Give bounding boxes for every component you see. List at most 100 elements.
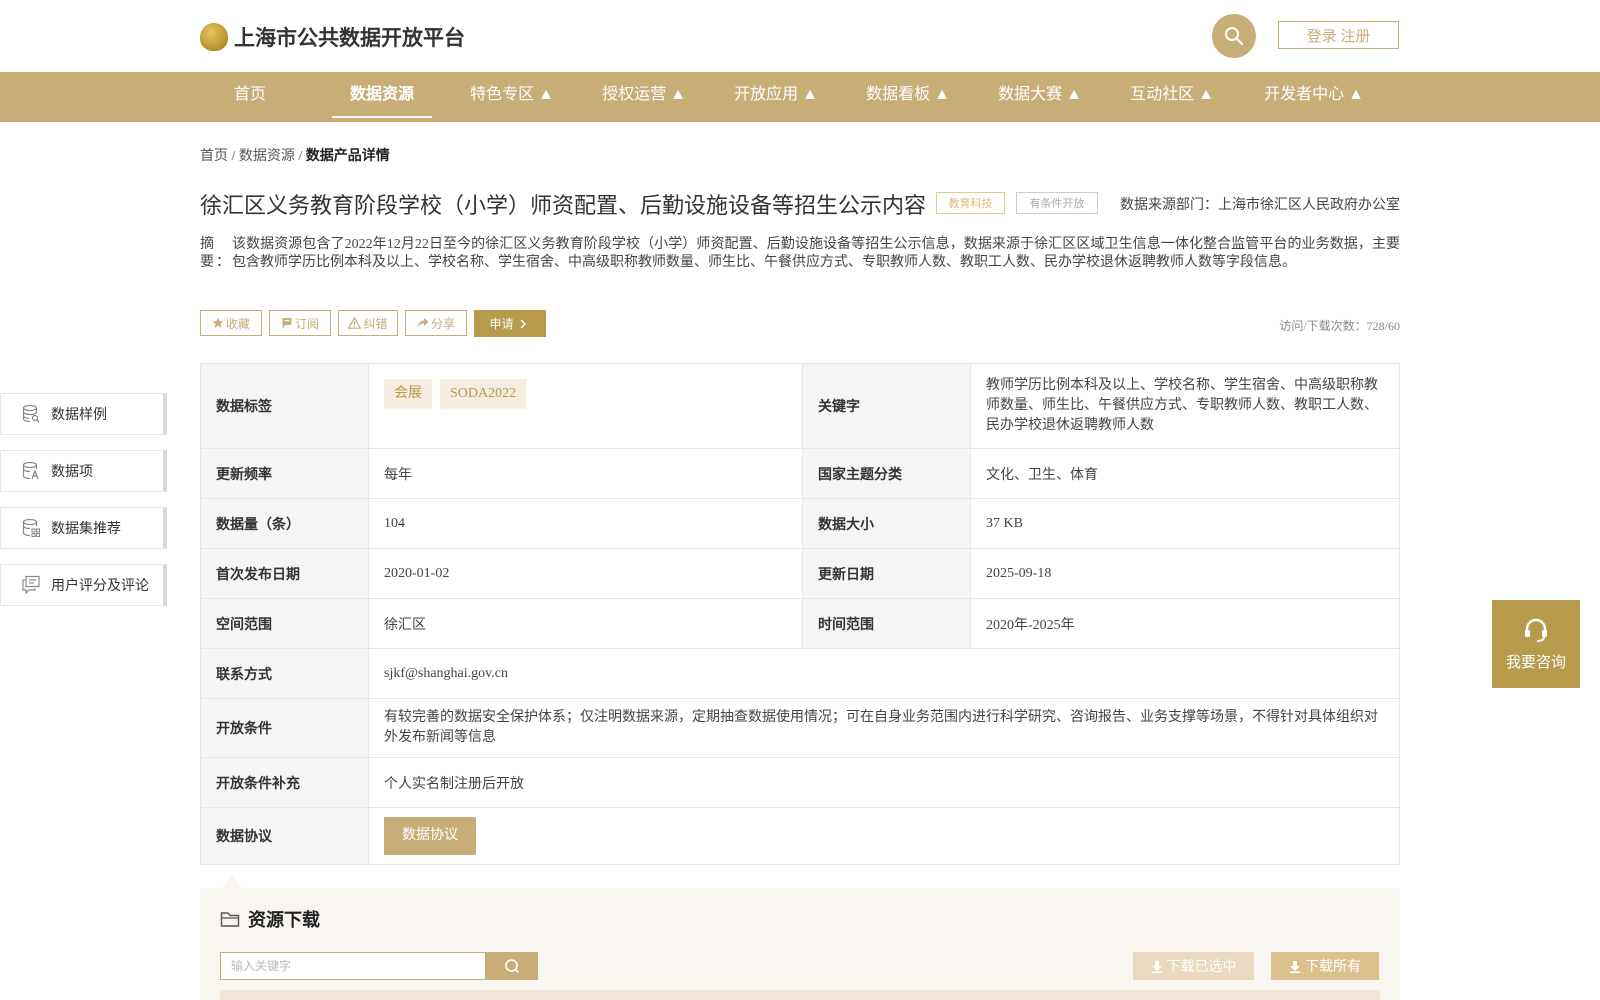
agreement-label: 数据协议 xyxy=(200,807,369,865)
sidenav-item-dataset-recommend[interactable]: 数据集推荐 xyxy=(0,507,167,549)
record-count-label: 数据量（条） xyxy=(200,498,369,549)
download-title-text: 资源下载 xyxy=(248,910,320,930)
keyword-search-button[interactable] xyxy=(486,952,538,980)
data-size-label: 数据大小 xyxy=(802,498,971,549)
subscribe-button[interactable]: 订阅 xyxy=(269,310,331,336)
nav-item-community[interactable]: 互动社区 ▲ xyxy=(1122,72,1222,122)
tag-chip[interactable]: SODA2022 xyxy=(440,379,527,409)
site-title: 上海市公共数据开放平台 xyxy=(234,27,465,50)
open-condition-label: 开放条件 xyxy=(200,698,369,758)
logo[interactable]: 上海市公共数据开放平台 xyxy=(200,22,465,52)
temporal-value: 2020年-2025年 xyxy=(970,598,1400,649)
download-icon xyxy=(1290,960,1300,973)
nav-item-home[interactable]: 首页 xyxy=(200,72,300,122)
nav-item-developer[interactable]: 开发者中心 ▲ xyxy=(1254,72,1374,122)
share-button[interactable]: 分享 xyxy=(405,310,467,336)
visit-download-count: 访问/下载次数：728/60 xyxy=(1279,319,1400,333)
spatial-value: 徐汇区 xyxy=(368,598,803,649)
resource-download-panel: 资源下载 输入关键字 下载已选中 下载所有 xyxy=(200,888,1400,1000)
main-nav: 首页 数据资源 特色专区 ▲ 授权运营 ▲ 开放应用 ▲ 数据看板 ▲ 数据大赛… xyxy=(0,72,1600,122)
nav-item-competition[interactable]: 数据大赛 ▲ xyxy=(990,72,1090,122)
contact-value: sjkf@shanghai.gov.cn xyxy=(368,648,1400,699)
sidenav-label: 用户评分及评论 xyxy=(51,579,149,594)
temporal-label: 时间范围 xyxy=(802,598,971,649)
correct-button[interactable]: 纠错 xyxy=(338,310,398,336)
share-label: 分享 xyxy=(430,316,455,331)
sidenav-item-data-items[interactable]: 数据项 xyxy=(0,450,167,492)
collect-button[interactable]: 收藏 xyxy=(200,310,262,336)
breadcrumb-home[interactable]: 首页 xyxy=(200,149,228,164)
agreement-cell: 数据协议 xyxy=(368,807,1400,865)
sidenav-item-rating-comments[interactable]: 用户评分及评论 xyxy=(0,564,167,606)
open-condition-value: 有较完善的数据安全保护体系；仅注明数据来源，定期抽查数据使用情况；可在自身业务范… xyxy=(368,698,1400,758)
download-selected-label: 下载已选中 xyxy=(1166,960,1237,975)
search-button[interactable] xyxy=(1212,14,1256,58)
sidenav-item-data-sample[interactable]: 数据样例 xyxy=(0,393,167,435)
first-published-value: 2020-01-02 xyxy=(368,548,803,599)
open-condition-extra-label: 开放条件补充 xyxy=(200,757,369,808)
download-icon xyxy=(1151,960,1162,973)
nav-item-authorized-ops[interactable]: 授权运营 ▲ xyxy=(594,72,694,122)
login-register-button[interactable]: 登录 注册 xyxy=(1278,21,1399,49)
table-row: 首次发布日期 2020-01-02 更新日期 2025-09-18 xyxy=(200,548,1400,599)
open-type-tag: 有条件开放 xyxy=(1016,192,1098,214)
breadcrumb-separator: / xyxy=(228,149,239,164)
keyword-search-input[interactable]: 输入关键字 xyxy=(220,952,486,980)
table-row: 开放条件补充 个人实名制注册后开放 xyxy=(200,757,1400,808)
section-pointer xyxy=(222,876,242,888)
table-row: 联系方式 sjkf@shanghai.gov.cn xyxy=(200,648,1400,699)
consult-button[interactable]: 我要咨询 xyxy=(1492,600,1580,688)
contact-label: 联系方式 xyxy=(200,648,369,699)
table-row: 开放条件 有较完善的数据安全保护体系；仅注明数据来源，定期抽查数据使用情况；可在… xyxy=(200,698,1400,758)
subscribe-label: 订阅 xyxy=(294,316,319,331)
correct-label: 纠错 xyxy=(363,316,388,331)
collect-label: 收藏 xyxy=(225,316,250,331)
nav-item-open-apps[interactable]: 开放应用 ▲ xyxy=(726,72,826,122)
search-icon xyxy=(505,959,520,974)
search-icon xyxy=(1225,27,1244,46)
sidenav-label: 数据样例 xyxy=(51,408,107,423)
nav-item-dashboard[interactable]: 数据看板 ▲ xyxy=(858,72,958,122)
nav-item-data-resources[interactable]: 数据资源 xyxy=(332,72,432,122)
topic-tag: 教育科技 xyxy=(936,192,1005,214)
abstract-text: 该数据资源包含了2022年12月22日至今的徐汇区义务教育阶段学校（小学）师资配… xyxy=(232,237,1400,270)
table-row: 数据标签 会展 SODA2022 关键字 教师学历比例本科及以上、学校名称、学生宿… xyxy=(200,363,1400,449)
download-selected-button[interactable]: 下载已选中 xyxy=(1133,952,1254,980)
frequency-label: 更新频率 xyxy=(200,448,369,499)
download-all-label: 下载所有 xyxy=(1305,960,1361,975)
database-text-icon xyxy=(22,461,39,480)
download-title: 资源下载 xyxy=(220,906,320,932)
database-grid-icon xyxy=(22,518,40,537)
nav-item-featured[interactable]: 特色专区 ▲ xyxy=(462,72,562,122)
category-value: 文化、卫生、体育 xyxy=(970,448,1400,499)
folder-icon xyxy=(220,912,240,927)
bookmark-flag-icon xyxy=(282,318,292,329)
side-nav: 数据样例 数据项 数据集推荐 用户评分及评论 xyxy=(0,393,167,621)
frequency-value: 每年 xyxy=(368,448,803,499)
data-agreement-button[interactable]: 数据协议 xyxy=(384,817,476,855)
dataset-info-table: 数据标签 会展 SODA2022 关键字 教师学历比例本科及以上、学校名称、学生宿… xyxy=(200,363,1400,865)
breadcrumb-section[interactable]: 数据资源 xyxy=(239,149,295,164)
page-title: 徐汇区义务教育阶段学校（小学）师资配置、后勤设施设备等招生公示内容 xyxy=(200,193,927,218)
apply-label: 申请 xyxy=(489,317,514,331)
sidenav-label: 数据集推荐 xyxy=(51,522,121,537)
database-search-icon xyxy=(22,404,40,423)
breadcrumb: 首页 / 数据资源 / 数据产品详情 xyxy=(200,145,390,165)
table-row: 更新频率 每年 国家主题分类 文化、卫生、体育 xyxy=(200,448,1400,499)
warning-icon xyxy=(348,317,362,329)
consult-label: 我要咨询 xyxy=(1505,653,1566,671)
download-all-button[interactable]: 下载所有 xyxy=(1271,952,1379,980)
updated-value: 2025-09-18 xyxy=(970,548,1400,599)
star-icon xyxy=(212,317,224,328)
first-published-label: 首次发布日期 xyxy=(200,548,369,599)
source-department: 数据来源部门：上海市徐汇区人民政府办公室 xyxy=(1120,198,1400,213)
table-row: 数据协议 数据协议 xyxy=(200,807,1400,865)
category-label: 国家主题分类 xyxy=(802,448,971,499)
download-table-header xyxy=(220,990,1380,1000)
sidenav-label: 数据项 xyxy=(51,465,93,480)
logo-emblem-icon xyxy=(200,23,228,51)
apply-button[interactable]: 申请 xyxy=(474,310,546,337)
updated-label: 更新日期 xyxy=(802,548,971,599)
table-row: 空间范围 徐汇区 时间范围 2020年-2025年 xyxy=(200,598,1400,649)
tag-chip[interactable]: 会展 xyxy=(384,379,432,409)
